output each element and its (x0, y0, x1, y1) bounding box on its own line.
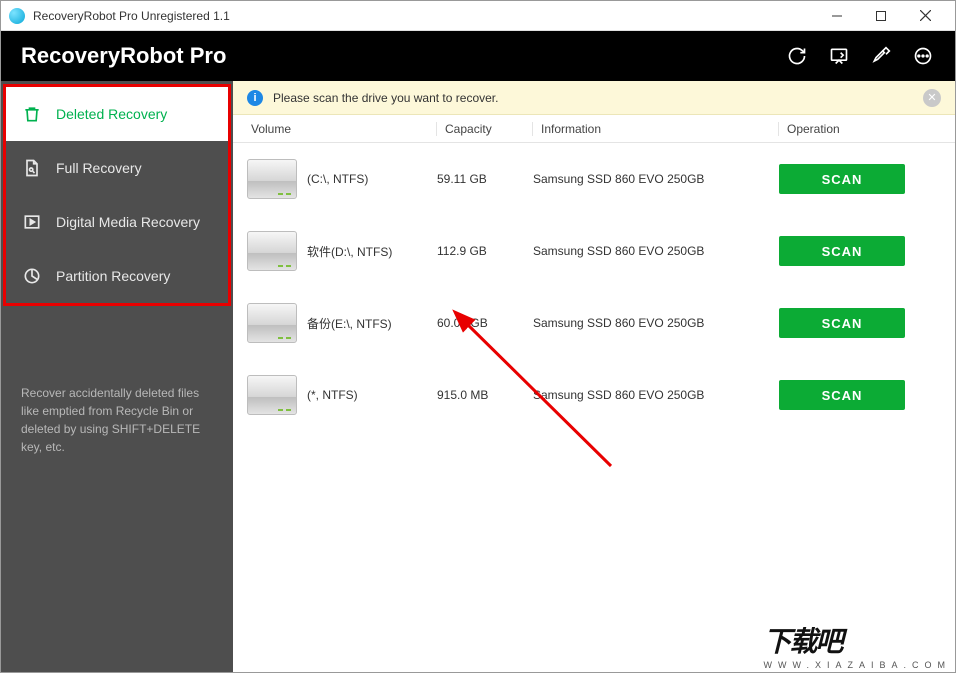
banner-message: Please scan the drive you want to recove… (273, 91, 913, 105)
nav-highlight-box: Deleted Recovery Full Recovery Digital M… (3, 84, 231, 306)
col-operation[interactable]: Operation (779, 122, 955, 136)
settings-icon[interactable] (869, 44, 893, 68)
volume-capacity: 59.11 GB (437, 172, 533, 186)
scan-button[interactable]: SCAN (779, 308, 905, 338)
sidebar-item-label: Full Recovery (56, 160, 142, 176)
info-banner: i Please scan the drive you want to reco… (233, 81, 955, 115)
column-headers: Volume Capacity Information Operation (233, 115, 955, 143)
content-area: i Please scan the drive you want to reco… (233, 81, 955, 672)
volume-name: (C:\, NTFS) (307, 172, 368, 186)
volume-list: (C:\, NTFS)59.11 GBSamsung SSD 860 EVO 2… (233, 143, 955, 672)
sidebar-help-text: Recover accidentally deleted files like … (1, 368, 233, 472)
info-icon: i (247, 90, 263, 106)
more-icon[interactable] (911, 44, 935, 68)
drive-icon (247, 375, 297, 415)
volume-name: (*, NTFS) (307, 388, 358, 402)
scan-button[interactable]: SCAN (779, 236, 905, 266)
header-tools (785, 44, 935, 68)
table-row: 备份(E:\, NTFS) 60.00 GBSamsung SSD 860 EVO… (233, 287, 955, 359)
banner-close-button[interactable]: ✕ (923, 89, 941, 107)
sidebar-item-partition-recovery[interactable]: Partition Recovery (6, 249, 228, 303)
app-name: RecoveryRobot Pro (21, 43, 226, 69)
main-area: Deleted Recovery Full Recovery Digital M… (1, 81, 955, 672)
drive-icon (247, 231, 297, 271)
sidebar-item-deleted-recovery[interactable]: Deleted Recovery (6, 87, 228, 141)
col-information[interactable]: Information (533, 122, 779, 136)
maximize-button[interactable] (859, 2, 903, 30)
close-button[interactable] (903, 2, 947, 30)
sidebar-item-full-recovery[interactable]: Full Recovery (6, 141, 228, 195)
col-capacity[interactable]: Capacity (437, 122, 533, 136)
refresh-icon[interactable] (785, 44, 809, 68)
window-titlebar: RecoveryRobot Pro Unregistered 1.1 (1, 1, 955, 31)
table-row: 软件(D:\, NTFS) 112.9 GBSamsung SSD 860 EVO… (233, 215, 955, 287)
volume-capacity: 915.0 MB (437, 388, 533, 402)
document-search-icon (22, 157, 42, 179)
sidebar-item-label: Deleted Recovery (56, 106, 167, 122)
sidebar-item-label: Partition Recovery (56, 268, 170, 284)
volume-info: Samsung SSD 860 EVO 250GB (533, 316, 779, 330)
volume-capacity: 60.00 GB (437, 316, 533, 330)
scan-button[interactable]: SCAN (779, 380, 905, 410)
drive-icon (247, 303, 297, 343)
volume-name: 软件(D:\, NTFS) (307, 243, 392, 260)
volume-info: Samsung SSD 860 EVO 250GB (533, 172, 779, 186)
feedback-icon[interactable] (827, 44, 851, 68)
volume-info: Samsung SSD 860 EVO 250GB (533, 244, 779, 258)
sidebar-item-label: Digital Media Recovery (56, 214, 200, 230)
table-row: (*, NTFS) 915.0 MBSamsung SSD 860 EVO 250… (233, 359, 955, 431)
media-icon (22, 211, 42, 233)
drive-icon (247, 159, 297, 199)
col-volume[interactable]: Volume (247, 122, 437, 136)
volume-name: 备份(E:\, NTFS) (307, 315, 392, 332)
sidebar: Deleted Recovery Full Recovery Digital M… (1, 81, 233, 672)
app-header: RecoveryRobot Pro (1, 31, 955, 81)
sidebar-item-digital-media-recovery[interactable]: Digital Media Recovery (6, 195, 228, 249)
volume-info: Samsung SSD 860 EVO 250GB (533, 388, 779, 402)
volume-capacity: 112.9 GB (437, 244, 533, 258)
table-row: (C:\, NTFS) 59.11 GBSamsung SSD 860 EVO 2… (233, 143, 955, 215)
minimize-button[interactable] (815, 2, 859, 30)
app-logo-icon (9, 8, 25, 24)
window-title: RecoveryRobot Pro Unregistered 1.1 (33, 9, 815, 23)
partition-icon (22, 265, 42, 287)
trash-icon (22, 103, 42, 125)
scan-button[interactable]: SCAN (779, 164, 905, 194)
